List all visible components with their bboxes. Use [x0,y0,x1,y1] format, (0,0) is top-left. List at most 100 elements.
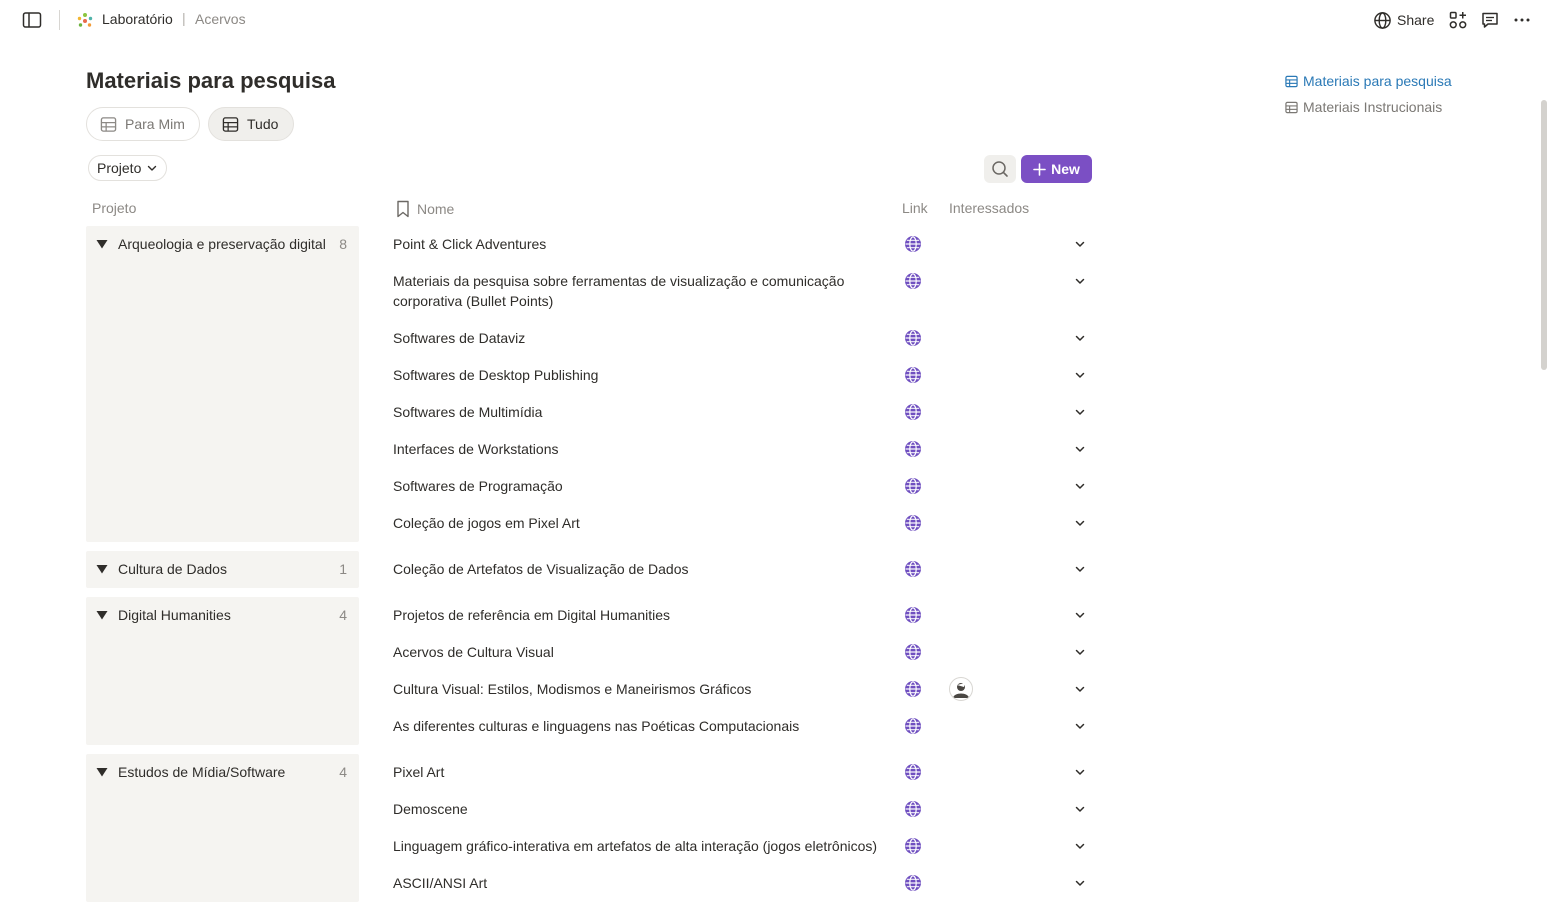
row-name[interactable]: Cultura Visual: Estilos, Modismos e Mane… [393,679,888,699]
row-name[interactable]: Softwares de Dataviz [393,328,888,348]
row-name[interactable]: Pixel Art [393,762,888,782]
chevron-down-icon[interactable] [1073,682,1087,696]
row-name[interactable]: As diferentes culturas e linguagens nas … [393,716,888,736]
sidebar-toggle-icon[interactable] [22,11,42,29]
link-globe-icon[interactable] [904,763,922,781]
chevron-down-icon[interactable] [1073,719,1087,733]
toc-item-label: Materiais para pesquisa [1303,73,1452,89]
table-icon [222,116,239,132]
link-globe-icon[interactable] [904,366,922,384]
group-count: 4 [339,607,347,623]
caret-down-icon [96,240,108,249]
link-globe-icon[interactable] [904,403,922,421]
link-globe-icon[interactable] [904,837,922,855]
chevron-down-icon[interactable] [1073,331,1087,345]
chevron-down-icon[interactable] [1073,516,1087,530]
breadcrumb-workspace[interactable]: Laboratório [102,11,173,27]
link-globe-icon[interactable] [904,440,922,458]
share-button[interactable]: Share [1373,9,1434,31]
row-name[interactable]: Interfaces de Workstations [393,439,888,459]
group-header-estudos-midia-software[interactable]: Estudos de Mídia/Software 4 [96,764,347,780]
column-header-nome[interactable]: Nome [396,200,454,218]
breadcrumb-page[interactable]: Acervos [195,11,246,27]
group-panel: Estudos de Mídia/Software 4 [86,754,359,902]
chevron-down-icon[interactable] [1073,274,1087,288]
table-of-contents: Materiais para pesquisa Materiais Instru… [1285,68,1452,120]
chevron-down-icon[interactable] [1073,608,1087,622]
group-header-cultura-de-dados[interactable]: Cultura de Dados 1 [96,561,347,577]
more-icon[interactable] [1513,11,1531,29]
chevron-down-icon[interactable] [1073,876,1087,890]
row-name[interactable]: Demoscene [393,799,888,819]
link-globe-icon[interactable] [904,643,922,661]
row-name[interactable]: Coleção de jogos em Pixel Art [393,513,888,533]
avatar[interactable] [949,677,973,701]
group-header-arqueologia[interactable]: Arqueologia e preservação digital 8 [96,236,347,252]
user-avatar-icon [953,683,969,698]
chevron-down-icon[interactable] [1073,562,1087,576]
page-title: Materiais para pesquisa [86,68,336,93]
caret-down-icon [96,768,108,777]
column-header-label: Nome [417,201,455,217]
row-name[interactable]: ASCII/ANSI Art [393,873,888,893]
link-globe-icon[interactable] [904,606,922,624]
breadcrumb-separator: | [182,10,186,26]
row-name[interactable]: Softwares de Programação [393,476,888,496]
row-name[interactable]: Coleção de Artefatos de Visualização de … [393,559,888,579]
group-name: Arqueologia e preservação digital [118,236,326,252]
chevron-down-icon[interactable] [1073,765,1087,779]
chevron-down-icon[interactable] [1073,802,1087,816]
table-icon [1285,75,1298,87]
link-globe-icon[interactable] [904,272,922,290]
link-globe-icon[interactable] [904,514,922,532]
topbar-divider [59,10,60,30]
group-count: 1 [339,561,347,577]
row-name[interactable]: Softwares de Desktop Publishing [393,365,888,385]
chevron-down-icon[interactable] [1073,368,1087,382]
view-tab-tudo[interactable]: Tudo [208,107,294,141]
workspace-logo-icon [77,13,93,27]
row-name[interactable]: Acervos de Cultura Visual [393,642,888,662]
link-globe-icon[interactable] [904,477,922,495]
new-button-label: New [1051,161,1080,177]
apps-icon[interactable] [1449,11,1467,29]
chevron-down-icon[interactable] [1073,237,1087,251]
chevron-down-icon[interactable] [1073,479,1087,493]
chevron-down-icon[interactable] [1073,442,1087,456]
toc-item-materiais-pesquisa[interactable]: Materiais para pesquisa [1285,68,1452,94]
filter-projeto-chip[interactable]: Projeto [88,155,168,181]
caret-down-icon [96,565,108,574]
link-globe-icon[interactable] [904,717,922,735]
toc-item-materiais-instrucionais[interactable]: Materiais Instrucionais [1285,94,1452,120]
table-icon [1285,101,1298,113]
group-count: 4 [339,764,347,780]
search-icon [992,161,1008,177]
link-globe-icon[interactable] [904,800,922,818]
row-name[interactable]: Projetos de referência em Digital Humani… [393,605,888,625]
view-tab-label: Tudo [247,116,279,132]
link-globe-icon[interactable] [904,680,922,698]
group-header-digital-humanities[interactable]: Digital Humanities 4 [96,607,347,623]
column-header-link[interactable]: Link [902,200,928,216]
link-globe-icon[interactable] [904,235,922,253]
row-name[interactable]: Softwares de Multimídia [393,402,888,422]
chevron-down-icon [148,165,157,171]
column-header-interessados[interactable]: Interessados [949,200,1029,216]
chevron-down-icon[interactable] [1073,645,1087,659]
globe-icon [1374,11,1391,29]
comment-icon[interactable] [1481,11,1499,29]
new-button[interactable]: New [1021,155,1092,183]
row-name[interactable]: Linguagem gráfico-interativa em artefato… [393,836,888,856]
chevron-down-icon[interactable] [1073,405,1087,419]
vertical-scrollbar[interactable] [1541,100,1547,370]
column-header-projeto[interactable]: Projeto [92,200,136,216]
row-name[interactable]: Materiais da pesquisa sobre ferramentas … [393,271,888,311]
group-panel: Arqueologia e preservação digital 8 [86,226,359,542]
link-globe-icon[interactable] [904,560,922,578]
view-tab-para-mim[interactable]: Para Mim [86,107,200,141]
search-button[interactable] [984,155,1016,183]
link-globe-icon[interactable] [904,874,922,892]
link-globe-icon[interactable] [904,329,922,347]
row-name[interactable]: Point & Click Adventures [393,234,888,254]
chevron-down-icon[interactable] [1073,839,1087,853]
